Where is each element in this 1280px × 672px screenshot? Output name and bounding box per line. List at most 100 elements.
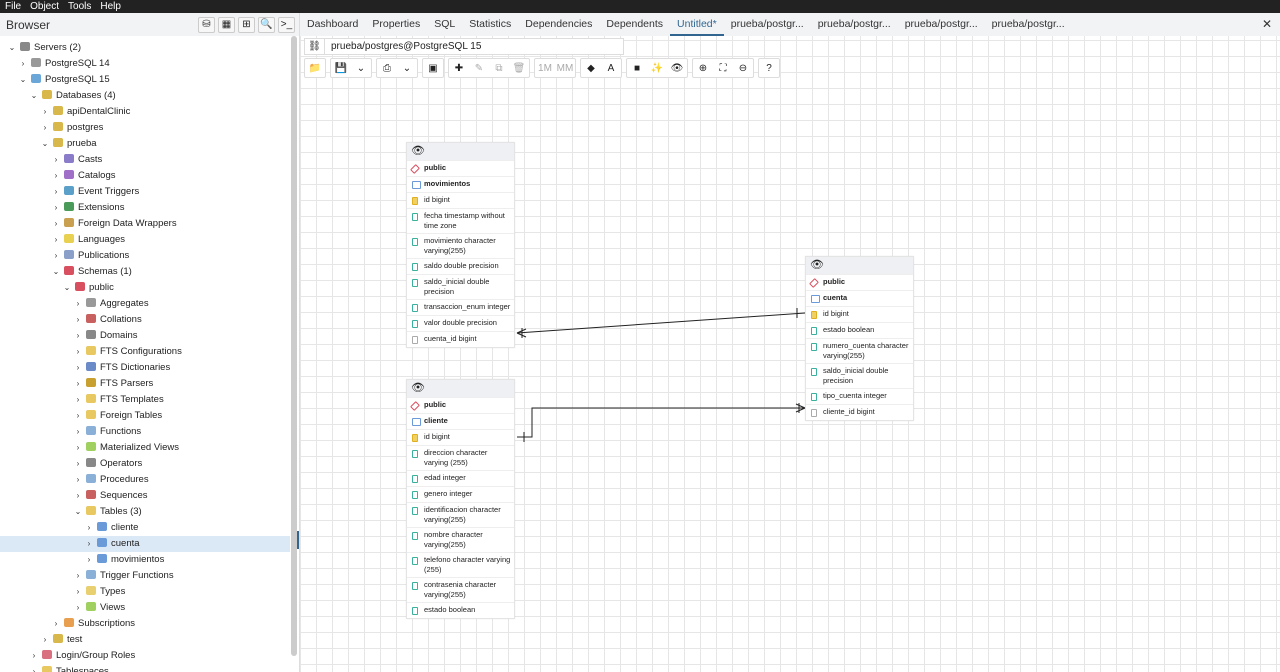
chevron-right-icon[interactable]: › [73, 584, 83, 600]
tree-item[interactable]: › FTS Configurations [0, 344, 290, 360]
chevron-right-icon[interactable]: › [51, 248, 61, 264]
tree-item[interactable]: › Aggregates [0, 296, 290, 312]
tree-item[interactable]: › Subscriptions [0, 616, 290, 632]
chevron-right-icon[interactable]: › [84, 520, 94, 536]
tree-item[interactable]: › Event Triggers [0, 184, 290, 200]
tree-item[interactable]: › Functions [0, 424, 290, 440]
column-row[interactable]: edad integer [407, 470, 514, 486]
column-row[interactable]: direccion character varying (255) [407, 445, 514, 470]
tab-item[interactable]: prueba/postgr... [724, 13, 811, 36]
column-row[interactable]: nombre character varying(255) [407, 527, 514, 552]
chevron-right-icon[interactable]: › [84, 536, 94, 552]
column-row[interactable]: valor double precision [407, 315, 514, 331]
chevron-right-icon[interactable]: › [73, 440, 83, 456]
chevron-right-icon[interactable]: › [73, 360, 83, 376]
chevron-right-icon[interactable]: › [51, 184, 61, 200]
chevron-down-icon[interactable]: ⌄ [62, 280, 72, 296]
chevron-right-icon[interactable]: › [73, 456, 83, 472]
chevron-right-icon[interactable]: › [84, 552, 94, 568]
tab-item[interactable]: Dashboard [300, 13, 365, 36]
close-tab-icon[interactable]: ✕ [1262, 17, 1272, 31]
menu-object[interactable]: Object [30, 0, 59, 13]
tree-item[interactable]: › Types [0, 584, 290, 600]
column-row[interactable]: estado boolean [806, 322, 913, 338]
chevron-right-icon[interactable]: › [51, 232, 61, 248]
column-row[interactable]: id bigint [806, 306, 913, 322]
tab-item[interactable]: Properties [365, 13, 427, 36]
tree-item[interactable]: › PostgreSQL 14 [0, 56, 290, 72]
column-row[interactable]: estado boolean [407, 602, 514, 618]
tree-item[interactable]: › Publications [0, 248, 290, 264]
chevron-down-icon[interactable]: ⌄ [40, 136, 50, 152]
tree-item[interactable]: › Tablespaces [0, 664, 290, 672]
chevron-right-icon[interactable]: › [18, 56, 28, 72]
tree-item[interactable]: › Foreign Data Wrappers [0, 216, 290, 232]
tab-item[interactable]: prueba/postgr... [985, 13, 1072, 36]
chevron-right-icon[interactable]: › [73, 392, 83, 408]
eye-icon[interactable]: 👁 [407, 380, 514, 397]
column-row[interactable]: saldo_inicial double precision [407, 274, 514, 299]
chevron-right-icon[interactable]: › [51, 616, 61, 632]
chevron-right-icon[interactable]: › [73, 312, 83, 328]
tree-item[interactable]: ⌄ Servers (2) [0, 40, 290, 56]
chevron-right-icon[interactable]: › [29, 648, 39, 664]
chevron-down-icon[interactable]: ⌄ [18, 72, 28, 88]
chevron-right-icon[interactable]: › [51, 168, 61, 184]
tree-item[interactable]: › FTS Templates [0, 392, 290, 408]
tab-item[interactable]: Dependents [599, 13, 670, 36]
chevron-right-icon[interactable]: › [51, 152, 61, 168]
chevron-down-icon[interactable]: ⌄ [73, 504, 83, 520]
column-row[interactable]: fecha timestamp without time zone [407, 208, 514, 233]
chevron-right-icon[interactable]: › [73, 424, 83, 440]
tree-item[interactable]: › Catalogs [0, 168, 290, 184]
chevron-right-icon[interactable]: › [73, 408, 83, 424]
column-row[interactable]: tipo_cuenta integer [806, 388, 913, 404]
tree-item[interactable]: › Materialized Views [0, 440, 290, 456]
chevron-down-icon[interactable]: ⌄ [51, 264, 61, 280]
tree-item[interactable]: › Procedures [0, 472, 290, 488]
column-row[interactable]: movimiento character varying(255) [407, 233, 514, 258]
tree-item[interactable]: › Login/Group Roles [0, 648, 290, 664]
search-icon[interactable]: 🔍 [258, 16, 275, 33]
tree-item[interactable]: › FTS Parsers [0, 376, 290, 392]
chevron-right-icon[interactable]: › [73, 568, 83, 584]
tab-item[interactable]: prueba/postgr... [898, 13, 985, 36]
tree-item[interactable]: ⌄ Schemas (1) [0, 264, 290, 280]
tree-item[interactable]: › Languages [0, 232, 290, 248]
column-row[interactable]: contrasenia character varying(255) [407, 577, 514, 602]
tree-item[interactable]: › Domains [0, 328, 290, 344]
chevron-down-icon[interactable]: ⌄ [7, 40, 17, 56]
tree-item[interactable]: › test [0, 632, 290, 648]
erd-canvas[interactable]: ⛓ prueba/postgres@PostgreSQL 15 📁 💾 ⌄ ⎙ ⌄ ▣ ✚ ✎… [300, 36, 1280, 672]
chevron-down-icon[interactable]: ⌄ [29, 88, 39, 104]
column-row[interactable]: numero_cuenta character varying(255) [806, 338, 913, 363]
menu-tools[interactable]: Tools [68, 0, 91, 13]
tree-item[interactable]: › cuenta [0, 536, 290, 552]
column-row[interactable]: id bigint [407, 429, 514, 445]
chevron-right-icon[interactable]: › [40, 120, 50, 136]
chevron-right-icon[interactable]: › [73, 472, 83, 488]
column-row[interactable]: genero integer [407, 486, 514, 502]
tree-item[interactable]: › Casts [0, 152, 290, 168]
chevron-right-icon[interactable]: › [73, 488, 83, 504]
chevron-right-icon[interactable]: › [51, 216, 61, 232]
erd-table-movimientos[interactable]: 👁 public movimientos id bigint fecha timesta… [406, 142, 515, 348]
tree-item[interactable]: › postgres [0, 120, 290, 136]
tree-item[interactable]: › apiDentalClinic [0, 104, 290, 120]
chevron-right-icon[interactable]: › [73, 328, 83, 344]
column-row[interactable]: telefono character varying (255) [407, 552, 514, 577]
tree-item[interactable]: › cliente [0, 520, 290, 536]
tab-item[interactable]: prueba/postgr... [811, 13, 898, 36]
tree-item[interactable]: ⌄ PostgreSQL 15 [0, 72, 290, 88]
column-row[interactable]: transaccion_enum integer [407, 299, 514, 315]
chevron-right-icon[interactable]: › [40, 632, 50, 648]
tree-item[interactable]: › Foreign Tables [0, 408, 290, 424]
tree-item[interactable]: ⌄ prueba [0, 136, 290, 152]
tree-item[interactable]: › Trigger Functions [0, 568, 290, 584]
column-row[interactable]: identificacion character varying(255) [407, 502, 514, 527]
column-row[interactable]: saldo_inicial double precision [806, 363, 913, 388]
eye-icon[interactable]: 👁 [407, 143, 514, 160]
tab-item[interactable]: Statistics [462, 13, 518, 36]
tree-item[interactable]: ⌄ public [0, 280, 290, 296]
chevron-right-icon[interactable]: › [51, 200, 61, 216]
